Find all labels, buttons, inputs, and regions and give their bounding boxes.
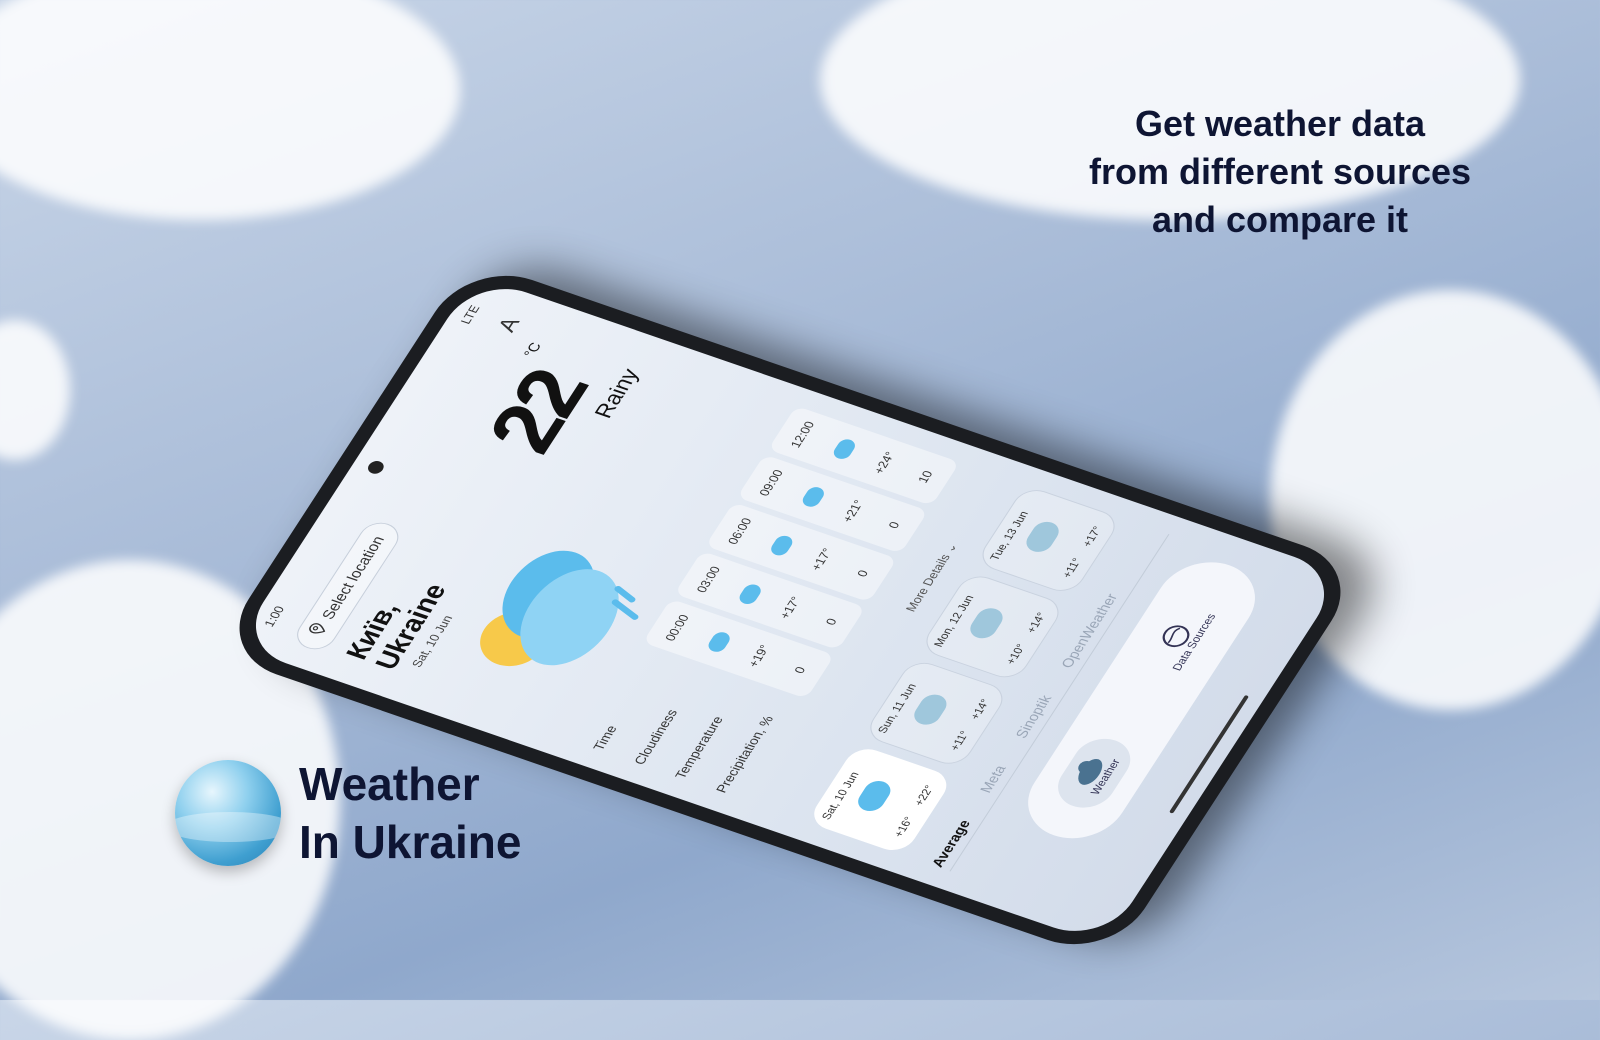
cloud-icon [799,485,827,510]
cloud-icon [705,630,733,655]
status-network: LTE [457,303,483,326]
tab-average[interactable]: Average [928,818,973,869]
brand-name: Weather In Ukraine [299,755,521,871]
status-time: 1:00 [261,604,288,629]
translate-icon[interactable]: A [492,314,525,335]
day-max: +14° [968,697,993,722]
cloud-icon [830,437,859,461]
background-cloud [1270,290,1600,710]
current-temperature: 22 [468,360,607,464]
day-card[interactable]: Tue, 13 Jun +11° +17° [974,484,1123,597]
chevron-down-icon: ⌄ [941,541,961,555]
hourly-columns: 00:00 +19° 0 03:00 +17° 0 06:00 +17° 0 0… [642,405,960,699]
rain-cloud-icon [853,777,896,815]
day-max: +14° [1024,611,1049,635]
day-min: +16° [892,815,917,839]
brand-line: Weather [299,758,480,810]
headline-line: and compare it [1151,199,1409,240]
day-min: +10° [1004,642,1029,667]
brand: Weather In Ukraine [175,755,521,871]
background-cloud [0,320,70,460]
sun-cloud-icon [1021,518,1064,556]
day-max: +17° [1080,524,1105,549]
location-pin-icon [306,620,333,638]
background-cloud [0,0,460,220]
cloud-icon [767,533,796,558]
brand-line: In Ukraine [299,816,522,868]
tab-sinoptik[interactable]: Sinoptik [1012,693,1055,740]
nav-data-sources[interactable]: Data Sources [1128,586,1237,690]
cloud-icon [965,604,1008,642]
day-card[interactable]: Sat, 10 Jun +16° +22° [806,743,955,856]
day-min: +11° [948,729,973,753]
nav-weather[interactable]: Weather [1047,731,1141,815]
day-min: +11° [1060,556,1085,580]
tab-meta[interactable]: Meta [976,763,1009,794]
headline-line: Get weather data [1134,103,1426,144]
day-card[interactable]: Mon, 12 Jun +10° +14° [918,571,1067,683]
headline-line: from different sources [1088,151,1472,192]
temperature-unit: °C [520,340,545,359]
app-logo-icon [175,760,281,866]
cloud-icon [736,581,764,606]
promo-headline: Get weather data from different sources … [1030,100,1530,244]
day-max: +22° [912,783,937,808]
day-card[interactable]: Sun, 11 Jun +11° +14° [862,657,1011,770]
cloud-icon [909,691,952,728]
